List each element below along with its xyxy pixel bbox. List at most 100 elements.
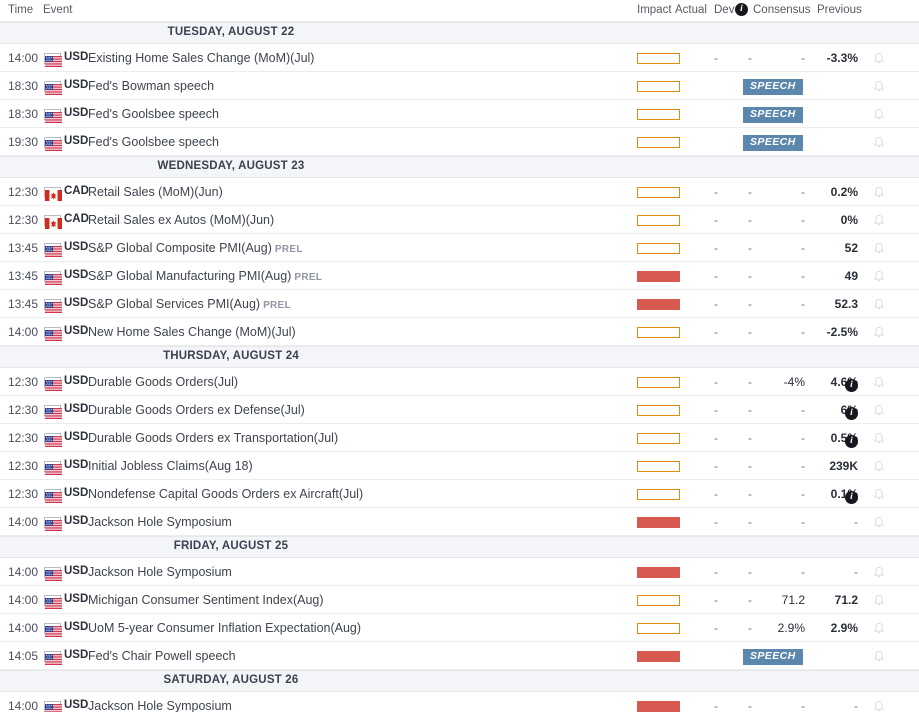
bell-icon[interactable] [872, 594, 886, 608]
bell-icon[interactable] [872, 108, 886, 122]
bell-icon[interactable] [872, 700, 886, 712]
bell-icon[interactable] [872, 376, 886, 390]
bell-icon[interactable] [872, 326, 886, 340]
bell-icon[interactable] [872, 432, 886, 446]
event-title: S&P Global Services PMI(Aug) [88, 297, 261, 311]
column-header-previous[interactable]: Previous [817, 4, 862, 16]
event-row[interactable]: 14:05 USD Fed's Chair Powell speech SPEECH [0, 642, 919, 670]
event-row[interactable]: 18:30 USD Fed's Goolsbee speech SPEECH [0, 100, 919, 128]
column-header-actual[interactable]: Actual [675, 4, 707, 16]
bell-icon[interactable] [872, 270, 886, 284]
event-row[interactable]: 13:45 USD S&P Global Composite PMI(Aug) PRE… [0, 234, 919, 262]
event-name[interactable]: UoM 5-year Consumer Inflation Expectatio… [88, 621, 361, 635]
bell-icon[interactable] [872, 52, 886, 66]
event-row[interactable]: 12:30 CAD Retail Sales (MoM)(Jun) - - -0.2% [0, 178, 919, 206]
event-currency: USD [64, 269, 89, 281]
event-name[interactable]: Existing Home Sales Change (MoM)(Jul) [88, 51, 314, 65]
column-header-consensus[interactable]: Consensus [753, 4, 811, 16]
bell-icon[interactable] [872, 242, 886, 256]
event-row[interactable]: 14:00 USD Michigan Consumer Sentiment Inde… [0, 586, 919, 614]
event-row[interactable]: 14:00 USD Jackson Hole Symposium - - - - [0, 508, 919, 536]
bell-icon[interactable] [872, 214, 886, 228]
event-row[interactable]: 13:45 USD S&P Global Manufacturing PMI(Aug… [0, 262, 919, 290]
event-row[interactable]: 14:00 USD Jackson Hole Symposium - - - - [0, 692, 919, 712]
event-row[interactable]: 12:30 CAD Retail Sales ex Autos (MoM)(Jun)… [0, 206, 919, 234]
event-name[interactable]: Durable Goods Orders(Jul) [88, 375, 238, 389]
event-name[interactable]: Retail Sales ex Autos (MoM)(Jun) [88, 213, 274, 227]
event-title: Fed's Bowman speech [88, 79, 215, 93]
event-name[interactable]: Durable Goods Orders ex Transportation(J… [88, 431, 338, 445]
event-row[interactable]: 18:30 USD Fed's Bowman speech SPEECH [0, 72, 919, 100]
speech-badge[interactable]: SPEECH [743, 649, 803, 665]
event-name[interactable]: Retail Sales (MoM)(Jun) [88, 185, 223, 199]
event-name[interactable]: Michigan Consumer Sentiment Index(Aug) [88, 593, 324, 607]
event-previous: -2.5% [826, 325, 858, 339]
event-previous: 71.2 [834, 593, 858, 607]
event-row[interactable]: 19:30 USD Fed's Goolsbee speech SPEECH [0, 128, 919, 156]
event-name[interactable]: Jackson Hole Symposium [88, 515, 232, 529]
event-time: 13:45 [8, 269, 39, 283]
bell-icon[interactable] [872, 404, 886, 418]
bell-icon[interactable] [872, 516, 886, 530]
prel-tag: PREL [274, 244, 303, 255]
event-row[interactable]: 12:30 USD Nondefense Capital Goods Orders … [0, 480, 919, 508]
column-header-time[interactable]: Time [8, 4, 33, 16]
event-name[interactable]: S&P Global Services PMI(Aug) PREL [88, 297, 291, 311]
event-row[interactable]: 12:30 USD Durable Goods Orders ex Defense(… [0, 396, 919, 424]
row-info-icon[interactable]: i [845, 489, 858, 507]
column-header-dev[interactable]: Dev [714, 4, 734, 16]
bell-icon[interactable] [872, 488, 886, 502]
speech-badge[interactable]: SPEECH [743, 135, 803, 151]
event-name[interactable]: Fed's Goolsbee speech [88, 135, 219, 149]
event-row[interactable]: 12:30 USD Durable Goods Orders(Jul) - - -4% 4.… [0, 368, 919, 396]
event-name[interactable]: S&P Global Composite PMI(Aug) PREL [88, 241, 303, 255]
event-name[interactable]: Fed's Chair Powell speech [88, 649, 236, 663]
event-row[interactable]: 12:30 USD Initial Jobless Claims(Aug 18) - -… [0, 452, 919, 480]
event-name[interactable]: Fed's Goolsbee speech [88, 107, 219, 121]
column-header-event[interactable]: Event [43, 4, 72, 16]
event-currency: USD [64, 699, 89, 711]
row-info-icon[interactable]: i [845, 405, 858, 423]
bell-icon[interactable] [872, 136, 886, 150]
event-name[interactable]: Initial Jobless Claims(Aug 18) [88, 459, 253, 473]
event-row[interactable]: 14:00 USD New Home Sales Change (MoM)(Jul)… [0, 318, 919, 346]
event-name[interactable]: Durable Goods Orders ex Defense(Jul) [88, 403, 305, 417]
us-flag [44, 109, 62, 123]
us-flag [44, 271, 62, 285]
event-row[interactable]: 14:00 USD UoM 5-year Consumer Inflation Ex… [0, 614, 919, 642]
bell-icon[interactable] [872, 460, 886, 474]
us-flag [44, 461, 62, 475]
info-icon-glyph: i [845, 435, 858, 449]
event-row[interactable]: 14:00 USD Jackson Hole Symposium - - - - [0, 558, 919, 586]
bell-icon[interactable] [872, 622, 886, 636]
event-previous: - [854, 699, 858, 712]
event-name[interactable]: Jackson Hole Symposium [88, 699, 232, 712]
speech-badge[interactable]: SPEECH [743, 79, 803, 95]
row-info-icon[interactable]: i [845, 433, 858, 451]
us-flag [44, 243, 62, 257]
us-flag [44, 377, 62, 391]
ca-flag [44, 215, 62, 229]
event-name[interactable]: New Home Sales Change (MoM)(Jul) [88, 325, 296, 339]
event-row[interactable]: 14:00 USD Existing Home Sales Change (MoM)… [0, 44, 919, 72]
bell-icon[interactable] [872, 186, 886, 200]
event-time: 12:30 [8, 403, 39, 417]
event-name[interactable]: S&P Global Manufacturing PMI(Aug) PREL [88, 269, 322, 283]
event-row[interactable]: 12:30 USD Durable Goods Orders ex Transpor… [0, 424, 919, 452]
bell-icon[interactable] [872, 566, 886, 580]
event-title: S&P Global Composite PMI(Aug) [88, 241, 272, 255]
event-name[interactable]: Fed's Bowman speech [88, 79, 214, 93]
speech-badge[interactable]: SPEECH [743, 107, 803, 123]
bell-icon[interactable] [872, 80, 886, 94]
bell-icon[interactable] [872, 650, 886, 664]
event-name[interactable]: Nondefense Capital Goods Orders ex Aircr… [88, 487, 363, 501]
event-currency: USD [64, 515, 89, 527]
row-info-icon[interactable]: i [845, 377, 858, 395]
us-flag [44, 433, 62, 447]
event-name[interactable]: Jackson Hole Symposium [88, 565, 232, 579]
dev-info-icon[interactable]: i [735, 3, 748, 16]
event-row[interactable]: 13:45 USD S&P Global Services PMI(Aug) PREL… [0, 290, 919, 318]
us-flag [44, 517, 62, 531]
bell-icon[interactable] [872, 298, 886, 312]
column-header-impact[interactable]: Impact [637, 4, 672, 16]
